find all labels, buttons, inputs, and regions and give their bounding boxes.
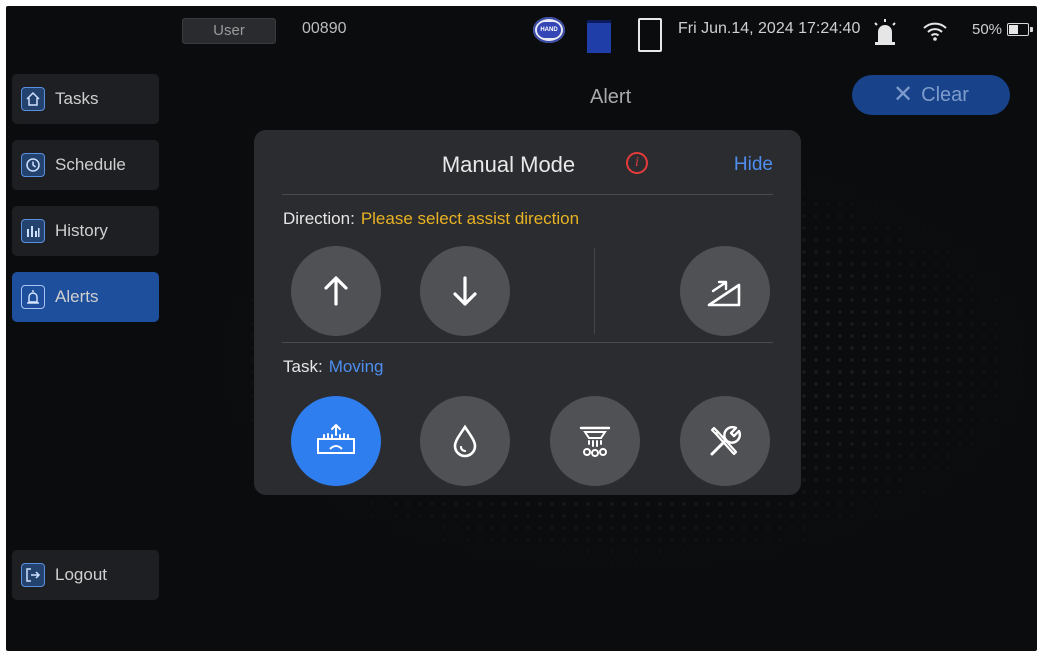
divider: [282, 194, 773, 195]
user-code: 00890: [302, 20, 347, 37]
close-icon: ✕: [893, 81, 914, 108]
logout-button[interactable]: Logout: [12, 550, 159, 600]
direction-label: Direction:: [283, 209, 355, 228]
arrow-down-icon: [453, 276, 477, 306]
moving-hands-icon: [317, 423, 355, 454]
clock-icon: [21, 153, 45, 177]
water-drop-icon: [453, 424, 477, 458]
sidebar-item-tasks[interactable]: Tasks: [12, 74, 159, 124]
hide-button[interactable]: Hide: [734, 154, 773, 176]
direction-up-button[interactable]: [291, 246, 381, 336]
sidebar-item-schedule[interactable]: Schedule: [12, 140, 159, 190]
logout-label: Logout: [55, 565, 107, 584]
battery-icon: [1007, 23, 1033, 36]
vertical-divider: [594, 248, 595, 334]
sidebar-item-alerts[interactable]: Alerts: [12, 272, 159, 322]
direction-row-label: Direction: Please select assist direction: [283, 209, 579, 229]
hand-mode-label: HAND: [537, 22, 561, 38]
shower-icon: [579, 426, 611, 457]
clear-label: Clear: [921, 83, 969, 106]
dialog-title: Manual Mode: [254, 152, 801, 178]
task-row-label: Task: Moving: [283, 357, 384, 377]
info-icon[interactable]: i: [626, 152, 648, 174]
sidebar-item-label: History: [55, 221, 108, 240]
clear-button[interactable]: ✕ Clear: [852, 75, 1010, 115]
task-label: Task:: [283, 357, 323, 376]
wifi-icon: [923, 22, 947, 41]
incline-icon: [707, 280, 741, 307]
sidebar-item-label: Alerts: [55, 287, 99, 306]
task-tools-button[interactable]: [680, 396, 770, 486]
tools-icon: [710, 425, 742, 456]
direction-value: Please select assist direction: [360, 209, 580, 228]
divider: [282, 342, 773, 343]
datetime: Fri Jun.14, 2024 17:24:40: [678, 20, 861, 37]
battery-percent: 50%: [972, 21, 1003, 38]
manual-mode-dialog: Manual Mode i Hide Direction: Please sele…: [254, 130, 801, 495]
bar-chart-icon: [21, 219, 45, 243]
alarm-icon: [874, 19, 896, 45]
blue-status-icon: [587, 20, 611, 53]
sidebar-item-history[interactable]: History: [12, 206, 159, 256]
incline-button[interactable]: [680, 246, 770, 336]
direction-down-button[interactable]: [420, 246, 510, 336]
home-icon: [21, 87, 45, 111]
user-badge[interactable]: User: [182, 18, 276, 44]
logout-icon: [21, 563, 45, 587]
app-screen: User 00890 HAND Fri Jun.14, 2024 17:24:4…: [6, 6, 1037, 651]
page-title: Alert: [590, 86, 632, 108]
arrow-up-icon: [324, 276, 348, 306]
task-shower-button[interactable]: [550, 396, 640, 486]
task-moving-button[interactable]: [291, 396, 381, 486]
task-water-button[interactable]: [420, 396, 510, 486]
sidebar-item-label: Tasks: [55, 89, 99, 108]
task-value: Moving: [328, 357, 384, 376]
dialog-title-text: Manual Mode: [441, 152, 576, 177]
hand-mode-icon: HAND: [533, 17, 565, 43]
sidebar-item-label: Schedule: [55, 155, 126, 174]
alarm-icon: [21, 285, 45, 309]
tablet-icon: [638, 18, 662, 52]
